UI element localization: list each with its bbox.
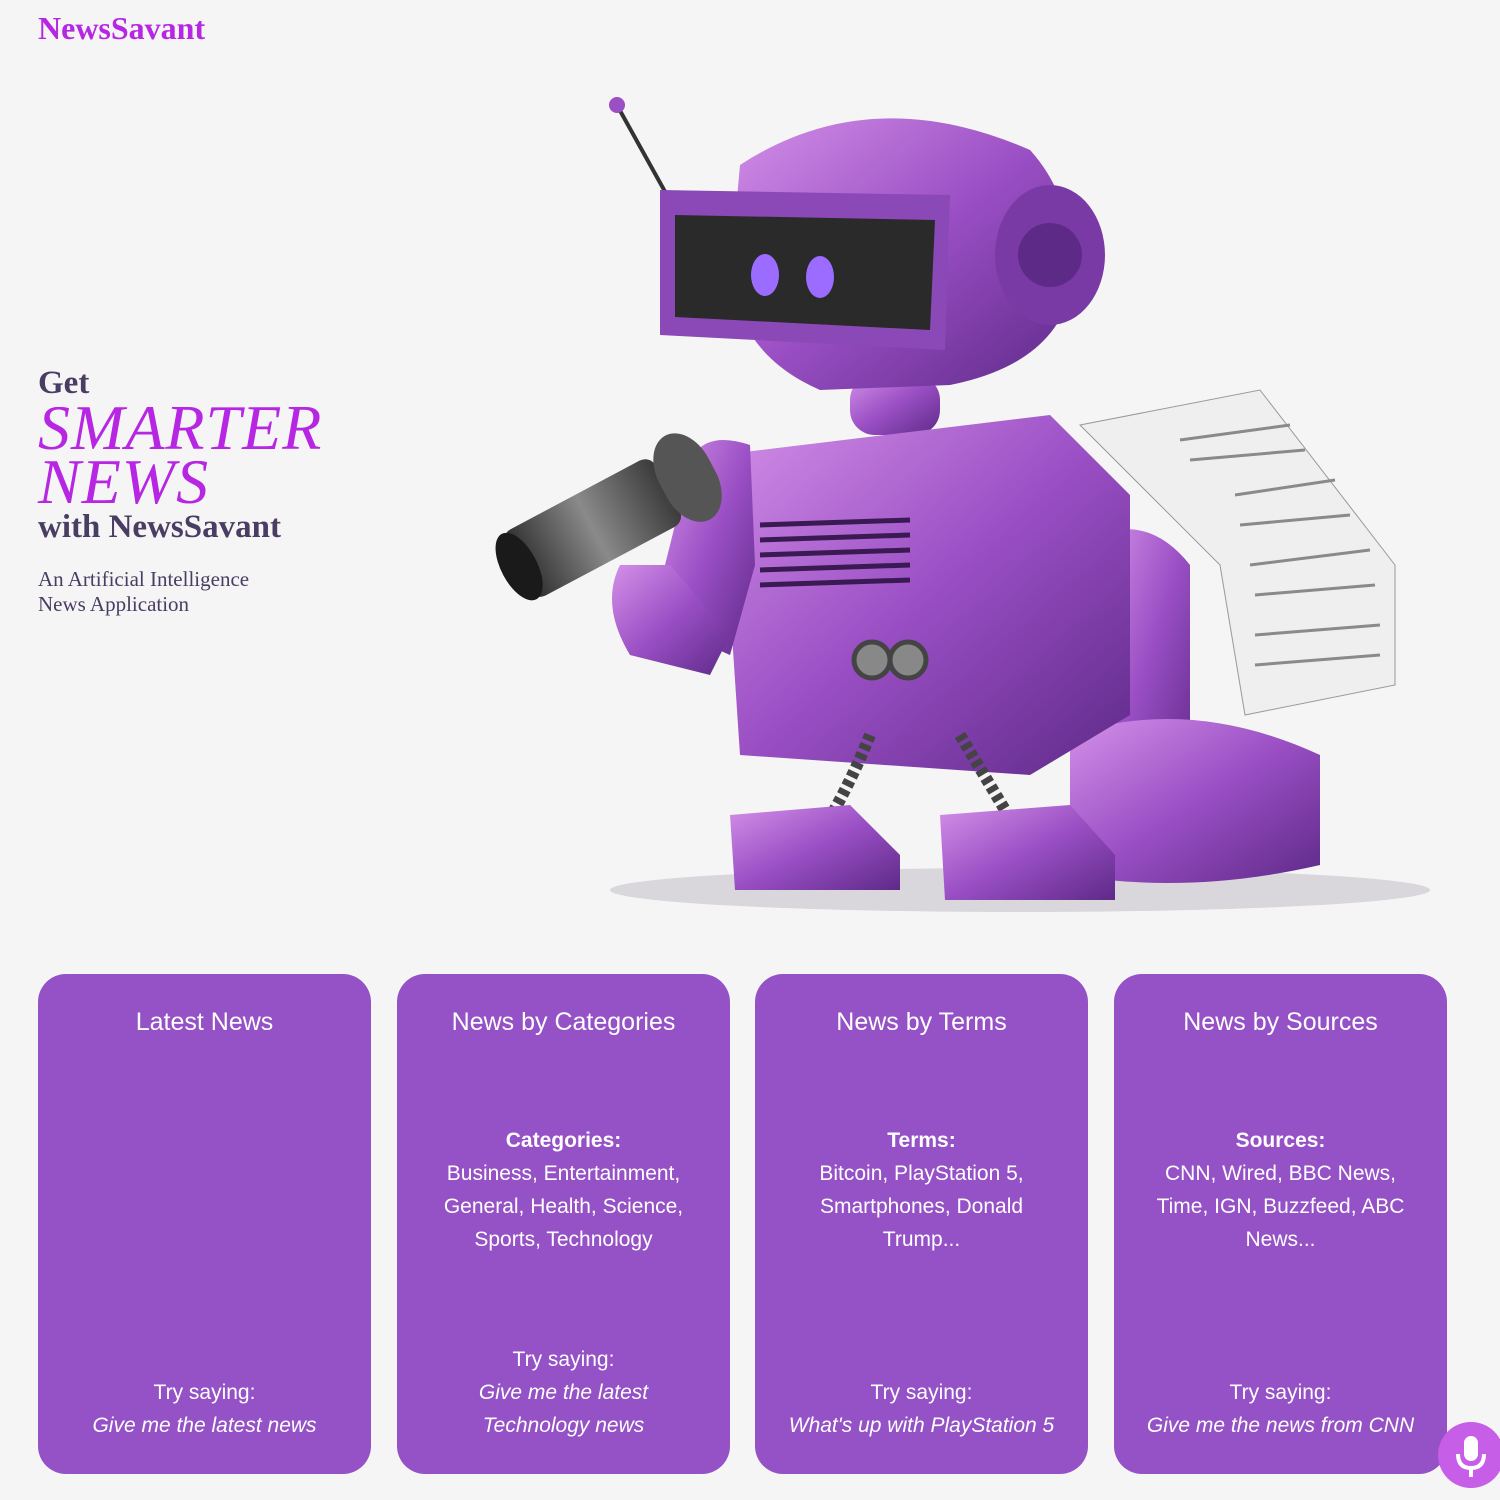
card-info: Categories: Business, Entertainment, Gen… bbox=[433, 1124, 694, 1256]
try-example: What's up with PlayStation 5 bbox=[788, 1414, 1055, 1437]
brand-logo[interactable]: NewsSavant bbox=[38, 10, 205, 47]
card-try: Try saying: Give me the latest Technolog… bbox=[427, 1343, 700, 1442]
card-news-by-sources[interactable]: News by Sources Sources: CNN, Wired, BBC… bbox=[1114, 974, 1447, 1474]
voice-assistant-button[interactable] bbox=[1438, 1422, 1500, 1488]
try-example: Give me the latest Technology news bbox=[478, 1381, 649, 1437]
info-label: Sources: bbox=[1235, 1129, 1326, 1152]
hero-line-with: with NewsSavant bbox=[38, 509, 281, 545]
card-try: Try saying: What's up with PlayStation 5 bbox=[785, 1376, 1058, 1442]
card-latest-news[interactable]: Latest News Try saying: Give me the late… bbox=[38, 974, 371, 1474]
card-news-by-terms[interactable]: News by Terms Terms: Bitcoin, PlayStatio… bbox=[755, 974, 1088, 1474]
info-text: Bitcoin, PlayStation 5, Smartphones, Don… bbox=[819, 1162, 1024, 1251]
card-try: Try saying: Give me the news from CNN bbox=[1144, 1376, 1417, 1442]
hero-heading: Get SMARTER NEWS with NewsSavant An Arti… bbox=[38, 365, 322, 617]
card-news-by-categories[interactable]: News by Categories Categories: Business,… bbox=[397, 974, 730, 1474]
info-text: CNN, Wired, BBC News, Time, IGN, Buzzfee… bbox=[1156, 1162, 1405, 1251]
try-label: Try saying: bbox=[1229, 1381, 1332, 1404]
card-title: News by Terms bbox=[836, 1008, 1007, 1036]
try-example: Give me the latest news bbox=[92, 1414, 317, 1437]
card-title: News by Sources bbox=[1183, 1008, 1378, 1036]
info-text: Business, Entertainment, General, Health… bbox=[443, 1162, 684, 1251]
card-title: News by Categories bbox=[451, 1008, 676, 1036]
robot-reporter-illustration bbox=[495, 97, 1430, 912]
hero-line-news: NEWS bbox=[38, 446, 210, 517]
info-label: Terms: bbox=[887, 1129, 956, 1152]
card-try: Try saying: Give me the latest news bbox=[68, 1376, 341, 1442]
card-info: Sources: CNN, Wired, BBC News, Time, IGN… bbox=[1150, 1124, 1411, 1256]
card-title: Latest News bbox=[135, 1008, 274, 1036]
microphone-icon bbox=[1456, 1436, 1486, 1477]
try-label: Try saying: bbox=[870, 1381, 973, 1404]
try-example: Give me the news from CNN bbox=[1146, 1414, 1415, 1437]
try-label: Try saying: bbox=[512, 1348, 615, 1371]
hero-tagline: An Artificial Intelligence News Applicat… bbox=[38, 567, 250, 616]
info-label: Categories: bbox=[505, 1129, 622, 1152]
card-info: Terms: Bitcoin, PlayStation 5, Smartphon… bbox=[791, 1124, 1052, 1256]
try-label: Try saying: bbox=[153, 1381, 256, 1404]
